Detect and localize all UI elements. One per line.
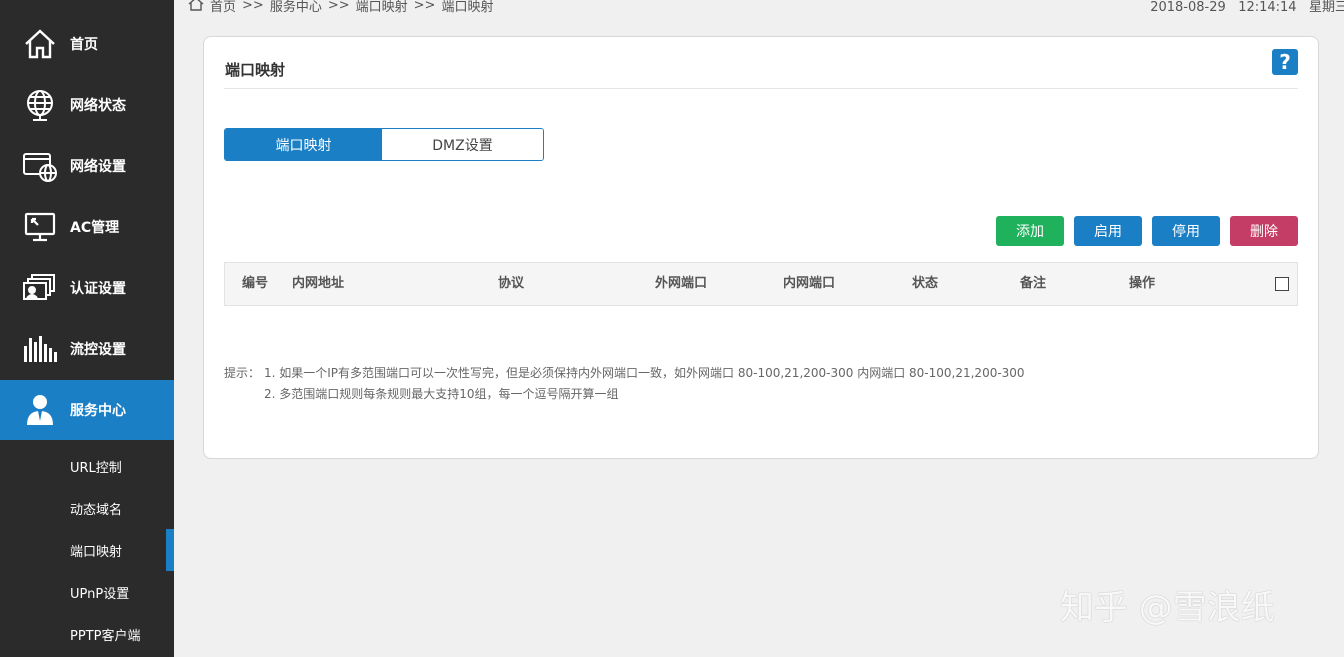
- tab-port-mapping[interactable]: 端口映射: [225, 129, 382, 160]
- add-button[interactable]: 添加: [996, 216, 1064, 246]
- sidebar-subitem-ddns[interactable]: 动态域名: [0, 487, 174, 529]
- table-header: 编号 内网地址 协议 外网端口 内网端口 状态 备注 操作: [224, 262, 1298, 306]
- time-text: 12:14:14: [1238, 0, 1297, 15]
- sidebar-subitem-label: URL控制: [70, 460, 122, 476]
- breadcrumb: 首页 >> 服务中心 >> 端口映射 >> 端口映射: [188, 0, 493, 15]
- sidebar-item-network-status[interactable]: 网络状态: [0, 75, 174, 135]
- sidebar-item-network-settings[interactable]: 网络设置: [0, 136, 174, 196]
- tab-group: 端口映射 DMZ设置: [224, 128, 544, 161]
- divider: [224, 88, 1298, 89]
- watermark: 知乎 @雪浪纸: [1060, 588, 1275, 628]
- page-title: 端口映射: [225, 61, 286, 79]
- sidebar-subitem-url-control[interactable]: URL控制: [0, 445, 174, 487]
- column-header-wan-port: 外网端口: [655, 276, 708, 291]
- sidebar-item-service-center[interactable]: 服务中心: [0, 380, 174, 440]
- tips-line: 1. 如果一个IP有多范围端口可以一次性写完，但是必须保持内外网端口一致，如外网…: [264, 366, 1025, 380]
- network-settings-icon: [22, 148, 58, 184]
- datetime: 2018-08-29 12:14:14 星期三: [1150, 0, 1344, 15]
- disable-button[interactable]: 停用: [1152, 216, 1220, 246]
- date-text: 2018-08-29: [1150, 0, 1226, 15]
- home-icon[interactable]: [188, 0, 204, 15]
- sidebar-subitem-label: 端口映射: [70, 544, 123, 560]
- sidebar-subitem-upnp[interactable]: UPnP设置: [0, 571, 174, 613]
- user-service-icon: [22, 392, 58, 428]
- help-button[interactable]: ?: [1272, 49, 1298, 75]
- breadcrumb-separator: >>: [242, 0, 264, 13]
- sidebar-item-label: 首页: [70, 37, 98, 53]
- tips-line: 2. 多范围端口规则每条规则最大支持10组，每一个逗号隔开算一组: [264, 387, 619, 401]
- column-header-lan-address: 内网地址: [292, 276, 345, 291]
- top-bar: 首页 >> 服务中心 >> 端口映射 >> 端口映射 2018-08-29 12…: [174, 0, 1344, 15]
- sidebar-item-label: 网络设置: [70, 159, 126, 175]
- sidebar-item-label: 认证设置: [70, 281, 126, 297]
- sidebar-subitem-label: 动态域名: [70, 502, 123, 518]
- tips-prefix: 提示：: [224, 366, 261, 380]
- sidebar-item-auth-settings[interactable]: 认证设置: [0, 258, 174, 318]
- column-header-number: 编号: [242, 276, 269, 291]
- column-header-action: 操作: [1129, 276, 1156, 291]
- tab-dmz-settings[interactable]: DMZ设置: [382, 129, 543, 160]
- breadcrumb-current: 端口映射: [441, 0, 494, 15]
- select-all-checkbox[interactable]: [1275, 277, 1289, 291]
- sidebar-subitem-label: PPTP客户端: [70, 628, 141, 644]
- sidebar-item-label: 服务中心: [70, 403, 126, 419]
- column-header-remark: 备注: [1020, 276, 1047, 291]
- main-panel: 端口映射 ? 端口映射 DMZ设置 添加 启用 停用 删除 编号 内网地址 协议…: [203, 36, 1319, 459]
- sidebar-item-ac-management[interactable]: AC管理: [0, 197, 174, 257]
- home-icon: [22, 26, 58, 62]
- column-header-lan-port: 内网端口: [783, 276, 836, 291]
- column-header-protocol: 协议: [498, 276, 525, 291]
- bars-icon: [22, 331, 58, 367]
- globe-icon: [22, 87, 58, 123]
- sidebar-item-flow-control[interactable]: 流控设置: [0, 319, 174, 379]
- enable-button[interactable]: 启用: [1074, 216, 1142, 246]
- breadcrumb-home[interactable]: 首页: [210, 0, 236, 15]
- tips-indent: [224, 384, 264, 405]
- auth-icon: [22, 270, 58, 306]
- delete-button[interactable]: 删除: [1230, 216, 1298, 246]
- sidebar-item-home[interactable]: 首页: [0, 14, 174, 74]
- tips: 提示： 1. 如果一个IP有多范围端口可以一次性写完，但是必须保持内外网端口一致…: [224, 363, 1025, 405]
- breadcrumb-separator: >>: [413, 0, 436, 13]
- sidebar: 首页 网络状态 网络设置 AC管理 认证设置 流控设置 服务中心 URL控制 动…: [0, 0, 174, 657]
- column-header-status: 状态: [912, 276, 939, 291]
- sidebar-item-label: AC管理: [70, 220, 120, 236]
- sidebar-item-label: 流控设置: [70, 342, 126, 358]
- breadcrumb-separator: >>: [327, 0, 350, 13]
- sidebar-subitem-port-mapping[interactable]: 端口映射: [0, 529, 174, 571]
- monitor-icon: [22, 209, 58, 245]
- breadcrumb-service-center[interactable]: 服务中心: [270, 0, 322, 15]
- weekday-text: 星期三: [1308, 0, 1344, 15]
- sidebar-item-label: 网络状态: [70, 98, 126, 114]
- sidebar-subitem-label: UPnP设置: [70, 586, 130, 602]
- sidebar-subitem-pptp-client[interactable]: PPTP客户端: [0, 613, 174, 655]
- breadcrumb-port-mapping[interactable]: 端口映射: [356, 0, 408, 15]
